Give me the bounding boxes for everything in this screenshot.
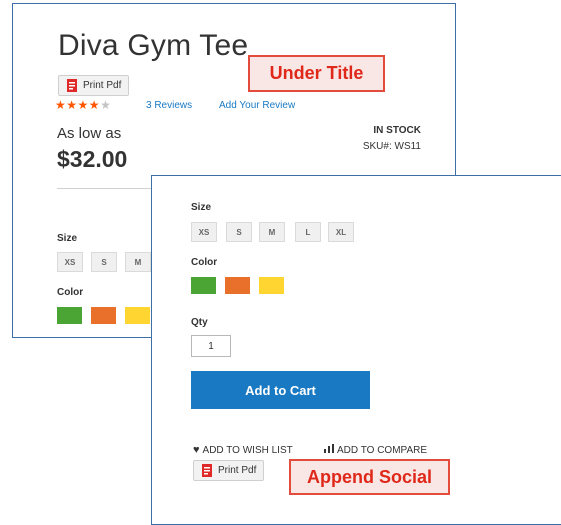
color-swatch-yellow[interactable] bbox=[259, 277, 284, 294]
add-to-compare-link[interactable]: ADD TO COMPARE bbox=[324, 444, 427, 456]
print-pdf-label: Print Pdf bbox=[218, 465, 257, 476]
under-title-callout-text: Under Title bbox=[269, 63, 364, 83]
size-swatch-m[interactable]: M bbox=[259, 222, 285, 242]
size-label: Size bbox=[191, 202, 212, 213]
size-label: Size bbox=[57, 233, 78, 244]
price-prefix: As low as bbox=[57, 125, 122, 142]
product-price: $32.00 bbox=[57, 146, 128, 172]
size-swatch-xs[interactable]: XS bbox=[191, 222, 217, 242]
under-title-callout: Under Title bbox=[248, 55, 385, 92]
product-options-panel-append-social: Size XS S M L XL Color Qty 1 Add to Cart… bbox=[151, 175, 561, 525]
qty-input[interactable]: 1 bbox=[191, 335, 231, 357]
stock-status: IN STOCK bbox=[373, 125, 421, 136]
star-icon: ★ bbox=[66, 98, 78, 112]
color-swatch-green[interactable] bbox=[191, 277, 216, 294]
star-icon: ★ bbox=[55, 98, 67, 112]
star-icon: ★ bbox=[88, 98, 101, 112]
star-icon: ★ bbox=[77, 98, 89, 112]
color-swatch-green[interactable] bbox=[57, 307, 82, 324]
add-to-cart-button[interactable]: Add to Cart bbox=[191, 371, 370, 409]
rating-stars: ★★★★★ bbox=[55, 98, 111, 112]
size-swatch-m[interactable]: M bbox=[125, 252, 151, 272]
color-label: Color bbox=[191, 257, 218, 268]
print-pdf-button[interactable]: Print Pdf bbox=[58, 75, 130, 96]
print-pdf-button[interactable]: Print Pdf bbox=[193, 460, 265, 481]
size-swatch-s[interactable]: S bbox=[91, 252, 117, 272]
add-review-link[interactable]: Add Your Review bbox=[219, 100, 295, 111]
pdf-icon bbox=[66, 79, 78, 92]
size-swatch-xs[interactable]: XS bbox=[57, 252, 83, 272]
pdf-icon bbox=[201, 464, 213, 477]
reviews-link[interactable]: 3 Reviews bbox=[146, 100, 192, 111]
heart-icon: ♥ bbox=[193, 444, 200, 456]
color-swatch-yellow[interactable] bbox=[125, 307, 150, 324]
compare-icon bbox=[324, 444, 334, 456]
qty-label: Qty bbox=[191, 317, 208, 328]
product-title: Diva Gym Tee bbox=[58, 29, 249, 62]
wish-list-label: ADD TO WISH LIST bbox=[202, 444, 293, 456]
color-swatch-orange[interactable] bbox=[91, 307, 116, 324]
size-swatch-l[interactable]: L bbox=[295, 222, 321, 242]
color-label: Color bbox=[57, 287, 84, 298]
color-swatch-orange[interactable] bbox=[225, 277, 250, 294]
star-empty-icon: ★ bbox=[100, 98, 112, 112]
append-social-callout-text: Append Social bbox=[306, 466, 432, 487]
product-sku: SKU#: WS11 bbox=[362, 141, 421, 152]
compare-label: ADD TO COMPARE bbox=[337, 444, 428, 456]
add-to-wish-list-link[interactable]: ♥ ADD TO WISH LIST bbox=[193, 444, 293, 456]
append-social-callout: Append Social bbox=[289, 459, 450, 495]
size-swatch-xl[interactable]: XL bbox=[328, 222, 354, 242]
print-pdf-label: Print Pdf bbox=[83, 80, 122, 91]
size-swatch-s[interactable]: S bbox=[226, 222, 252, 242]
